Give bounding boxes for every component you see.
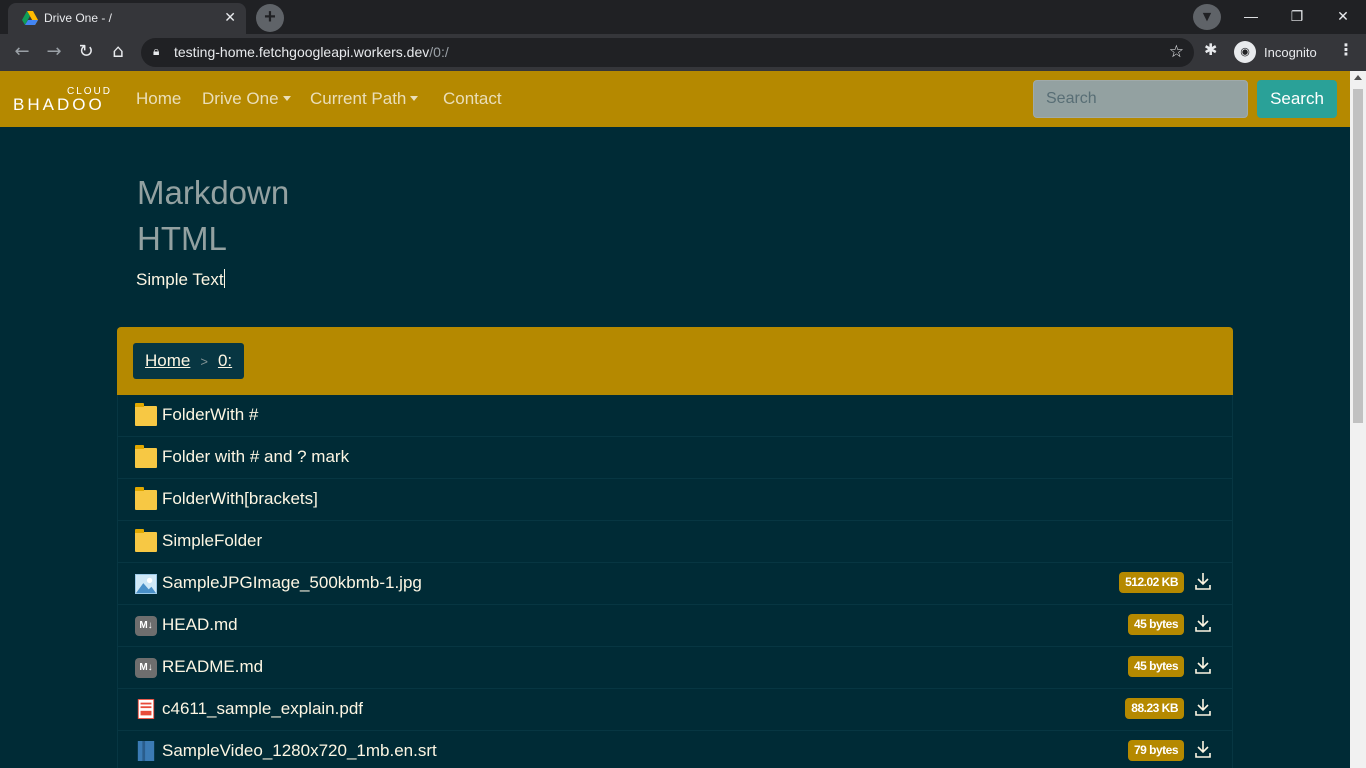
nav-current-path-dropdown[interactable]: Current Path [310,89,419,109]
search-input[interactable] [1033,80,1248,118]
breadcrumb: Home > 0: [133,343,245,379]
text-file-icon [137,741,155,761]
new-tab-button[interactable]: + [256,4,284,32]
text-cursor [223,269,225,288]
scroll-up-icon[interactable] [1354,75,1362,80]
close-window-icon[interactable]: ✕ [1320,4,1366,30]
site-navbar: CLOUD BHADOO Home Drive One Current Path… [0,71,1350,127]
file-list-item[interactable]: SimpleFolder [117,521,1233,563]
folder-icon [135,445,157,468]
file-name[interactable]: c4611_sample_explain.pdf [162,699,363,719]
download-icon[interactable] [1194,655,1212,675]
file-name[interactable]: FolderWith # [162,405,258,425]
browser-menu-icon[interactable]: ⋮ [1338,40,1354,59]
extensions-icon[interactable]: ✱ [1204,40,1217,59]
page-scrollbar[interactable] [1350,71,1366,768]
incognito-indicator[interactable]: ◉ Incognito [1234,39,1317,65]
page-viewport: CLOUD BHADOO Home Drive One Current Path… [0,71,1350,768]
file-name[interactable]: FolderWith[brackets] [162,489,318,509]
scrollbar-thumb[interactable] [1353,89,1363,423]
home-icon[interactable]: ⌂ [106,40,130,64]
url-text: testing-home.fetchgoogleapi.workers.dev/… [174,44,449,60]
file-list-item[interactable]: Folder with # and ? mark [117,437,1233,479]
folder-icon [135,529,157,552]
file-list-item[interactable]: FolderWith # [117,395,1233,437]
file-name[interactable]: SimpleFolder [162,531,262,551]
folder-icon [135,403,157,426]
lock-icon[interactable]: 🔒︎ [153,44,159,59]
download-icon[interactable] [1194,697,1212,717]
browser-tab-strip: Drive One - / ✕ + ▼ — ❐ ✕ [0,0,1366,34]
incognito-icon: ◉ [1234,41,1256,63]
markdown-icon: M↓ [135,658,157,678]
file-name[interactable]: Folder with # and ? mark [162,447,349,467]
readme-heading-2: HTML [137,220,227,257]
forward-icon[interactable]: → [42,40,66,64]
address-bar[interactable]: 🔒︎ testing-home.fetchgoogleapi.workers.d… [141,38,1194,67]
nav-drive-one-dropdown[interactable]: Drive One [202,89,291,109]
incognito-label: Incognito [1264,44,1317,60]
file-size-badge: 45 bytes [1127,656,1184,677]
breadcrumb-separator: > [200,353,208,369]
file-size-badge: 88.23 KB [1125,698,1184,719]
file-list-item[interactable]: M↓ README.md 45 bytes [117,647,1233,689]
breadcrumb-current-link[interactable]: 0: [218,351,232,371]
file-list-item[interactable]: SampleVideo_1280x720_1mb.en.srt 79 bytes [117,731,1233,768]
close-tab-icon[interactable]: ✕ [224,9,236,26]
readme-text: Simple Text [136,269,225,289]
folder-icon [135,487,157,510]
image-icon [135,574,157,594]
download-icon[interactable] [1194,571,1212,591]
google-drive-icon [22,11,38,25]
browser-toolbar: ← → ↻ ⌂ 🔒︎ testing-home.fetchgoogleapi.w… [0,34,1366,71]
download-icon[interactable] [1194,739,1212,759]
caret-down-icon [410,95,419,101]
download-icon[interactable] [1194,613,1212,633]
tab-title: Drive One - / [44,11,113,25]
pdf-icon [137,699,155,719]
file-size-badge: 512.02 KB [1119,572,1184,593]
minimize-icon[interactable]: — [1228,4,1274,30]
readme-heading-1: Markdown [137,174,290,211]
file-name[interactable]: HEAD.md [162,615,238,635]
file-list: FolderWith # Folder with # and ? mark Fo… [117,395,1233,768]
file-name[interactable]: README.md [162,657,263,677]
nav-home[interactable]: Home [136,89,181,109]
markdown-icon: M↓ [135,616,157,636]
bookmark-star-icon[interactable]: ☆ [1169,42,1184,62]
breadcrumb-bar: Home > 0: [117,327,1233,395]
browser-tab[interactable]: Drive One - / ✕ [8,3,246,34]
file-list-item[interactable]: M↓ HEAD.md 45 bytes [117,605,1233,647]
file-size-badge: 79 bytes [1127,740,1184,761]
reload-icon[interactable]: ↻ [74,40,98,64]
file-name[interactable]: SampleVideo_1280x720_1mb.en.srt [162,741,437,761]
site-logo[interactable]: CLOUD BHADOO [13,86,113,115]
caret-down-icon [282,95,291,101]
file-list-item[interactable]: c4611_sample_explain.pdf 88.23 KB [117,689,1233,731]
search-button[interactable]: Search [1257,80,1337,118]
downloads-icon[interactable]: ▼ [1193,4,1221,30]
file-list-item[interactable]: SampleJPGImage_500kbmb-1.jpg 512.02 KB [117,563,1233,605]
back-icon[interactable]: ← [10,40,34,64]
file-size-badge: 45 bytes [1127,614,1184,635]
file-list-item[interactable]: FolderWith[brackets] [117,479,1233,521]
restore-icon[interactable]: ❐ [1274,4,1320,30]
nav-contact[interactable]: Contact [443,89,502,109]
breadcrumb-home-link[interactable]: Home [145,351,190,371]
file-name[interactable]: SampleJPGImage_500kbmb-1.jpg [162,573,422,593]
